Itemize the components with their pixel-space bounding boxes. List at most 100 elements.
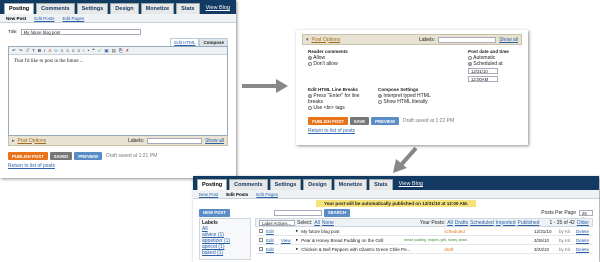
- undo-icon[interactable]: ↶: [12, 48, 16, 54]
- expand-row-icon[interactable]: ▸: [296, 228, 298, 234]
- subtab-edit-posts[interactable]: Edit Posts: [34, 16, 54, 21]
- title-input[interactable]: My future blog post: [20, 28, 141, 35]
- tab-settings[interactable]: Settings: [76, 3, 109, 14]
- select-none-link[interactable]: None: [322, 220, 334, 226]
- label-baked[interactable]: baked (1): [202, 250, 248, 256]
- tab-monetize[interactable]: Monetize: [333, 179, 368, 190]
- collapse-triangle-icon[interactable]: ▾: [306, 37, 309, 43]
- redo-icon[interactable]: ↷: [19, 48, 23, 54]
- row-checkbox[interactable]: [259, 229, 263, 233]
- edit-html-tab[interactable]: Edit HTML: [170, 38, 200, 46]
- labels-input[interactable]: [438, 36, 497, 43]
- return-to-posts-link[interactable]: Return to list of posts: [308, 128, 355, 134]
- show-html-literally-radio[interactable]: [378, 99, 382, 104]
- search-input[interactable]: [273, 209, 322, 216]
- row-checkbox[interactable]: [259, 238, 263, 242]
- dont-allow-radio[interactable]: [308, 61, 312, 66]
- subtab-edit-pages[interactable]: Edit Pages: [256, 192, 278, 197]
- search-button[interactable]: SEARCH: [323, 208, 351, 217]
- bold-icon[interactable]: B: [38, 48, 41, 53]
- row-edit-link[interactable]: Edit: [266, 247, 278, 252]
- filter-drafts[interactable]: Drafts: [455, 220, 468, 226]
- subtab-new-post[interactable]: New Post: [6, 16, 26, 21]
- tab-posting[interactable]: Posting: [197, 179, 228, 190]
- align-right-icon[interactable]: ≡: [72, 48, 75, 53]
- expand-row-icon[interactable]: ▸: [296, 246, 298, 252]
- scheduled-radio[interactable]: [468, 61, 472, 66]
- tab-comments[interactable]: Comments: [36, 3, 75, 14]
- expand-row-icon[interactable]: ▸: [296, 237, 298, 243]
- subtab-new-post[interactable]: New Post: [199, 192, 218, 197]
- press-enter-radio[interactable]: [308, 93, 312, 98]
- filter-scheduled[interactable]: Scheduled: [470, 220, 494, 226]
- return-to-posts-link[interactable]: Return to list of posts: [8, 163, 55, 169]
- row-edit-link[interactable]: Edit: [266, 238, 278, 243]
- subtab-edit-posts[interactable]: Edit Posts: [226, 192, 248, 197]
- publish-post-button[interactable]: PUBLISH POST: [308, 117, 348, 125]
- align-left-icon[interactable]: ≡: [61, 48, 64, 53]
- post-body[interactable]: That I'd like to post in the future ...: [9, 55, 227, 68]
- bullet-list-icon[interactable]: •: [88, 48, 90, 53]
- row-delete-link[interactable]: Delete: [576, 229, 589, 234]
- font-icon[interactable]: ℱ: [26, 48, 30, 54]
- select-all-link[interactable]: All: [314, 220, 320, 226]
- tab-monetize[interactable]: Monetize: [140, 3, 175, 14]
- interpret-html-radio[interactable]: [378, 93, 382, 98]
- align-center-icon[interactable]: ≡: [66, 48, 69, 53]
- expand-triangle-icon[interactable]: ▸: [12, 138, 15, 144]
- row-checkbox[interactable]: [259, 247, 263, 251]
- allow-radio[interactable]: [308, 55, 312, 60]
- justify-icon[interactable]: ≡: [78, 48, 81, 53]
- automatic-radio[interactable]: [468, 55, 472, 60]
- row-delete-link[interactable]: Delete: [576, 247, 589, 252]
- row-delete-link[interactable]: Delete: [576, 238, 589, 243]
- filter-imported[interactable]: Imported: [496, 220, 516, 226]
- numbered-list-icon[interactable]: ⁝: [83, 48, 84, 54]
- tab-stats[interactable]: Stats: [176, 3, 200, 14]
- text-color-icon[interactable]: A: [48, 48, 51, 53]
- view-blog-link[interactable]: View Blog: [202, 3, 234, 14]
- publish-post-button[interactable]: PUBLISH POST: [8, 152, 48, 160]
- row-edit-link[interactable]: Edit: [266, 229, 278, 234]
- show-all-link[interactable]: Show all: [499, 37, 518, 43]
- title-label: Title:: [8, 29, 18, 34]
- filter-published[interactable]: Published: [518, 220, 540, 226]
- time-input[interactable]: 12:00AM: [468, 76, 498, 82]
- tab-posting[interactable]: Posting: [4, 3, 35, 14]
- tab-design[interactable]: Design: [303, 179, 332, 190]
- link-icon[interactable]: ∞: [54, 48, 57, 53]
- quote-icon[interactable]: ❝: [92, 48, 94, 54]
- date-input[interactable]: 12/31/10: [468, 68, 498, 74]
- view-blog-link[interactable]: View Blog: [395, 179, 427, 190]
- older-link[interactable]: Older: [577, 220, 589, 226]
- tab-comments[interactable]: Comments: [229, 179, 268, 190]
- saved-button[interactable]: SAVED: [49, 152, 73, 160]
- use-br-radio[interactable]: [308, 105, 312, 110]
- tab-stats[interactable]: Stats: [369, 179, 393, 190]
- image-icon[interactable]: ▣: [104, 48, 108, 54]
- table-row: Edit ▸ Chicken & Bell Peppers with Cilan…: [255, 245, 593, 254]
- row-view-link[interactable]: View: [281, 238, 293, 243]
- tab-settings[interactable]: Settings: [269, 179, 302, 190]
- new-post-button[interactable]: NEW POST: [199, 208, 230, 217]
- show-all-link[interactable]: Show all: [205, 138, 224, 144]
- preview-button[interactable]: PREVIEW: [371, 117, 399, 125]
- video-icon[interactable]: ▤: [112, 48, 116, 54]
- clear-format-icon[interactable]: ✗: [126, 48, 130, 54]
- jump-break-icon[interactable]: ⎘: [119, 48, 123, 53]
- row-status: draft: [444, 246, 454, 252]
- post-options-link[interactable]: Post Options: [312, 37, 341, 43]
- compose-tab[interactable]: Compose: [199, 38, 228, 46]
- post-options-link[interactable]: Post Options: [18, 138, 47, 144]
- italic-icon[interactable]: I: [44, 48, 45, 53]
- save-button[interactable]: SAVE: [349, 117, 370, 125]
- preview-button[interactable]: PREVIEW: [74, 152, 103, 160]
- tab-design[interactable]: Design: [110, 3, 139, 14]
- text-size-icon[interactable]: T: [32, 48, 35, 53]
- spellcheck-icon[interactable]: ✓: [98, 48, 102, 54]
- posts-per-page-select[interactable]: 25 ▾: [579, 209, 593, 221]
- label-actions-select[interactable]: Label Actions...: [259, 219, 295, 226]
- filter-all[interactable]: All: [447, 220, 453, 226]
- labels-input[interactable]: [147, 137, 203, 144]
- subtab-edit-pages[interactable]: Edit Pages: [63, 16, 85, 21]
